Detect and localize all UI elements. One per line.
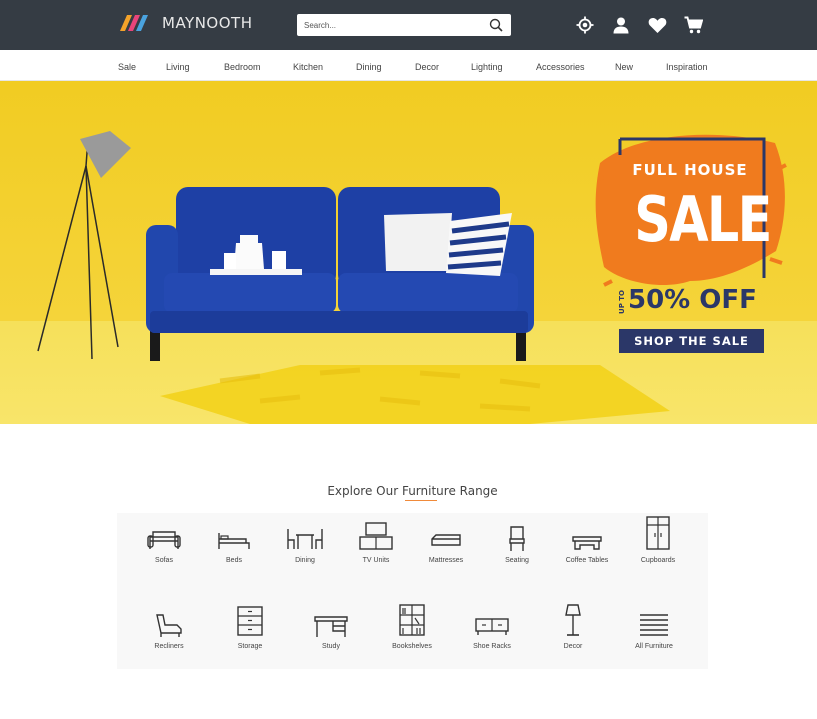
category-study[interactable]: Study [296,611,366,650]
logo-mark-icon [120,15,148,31]
coffee-table-icon [572,536,602,550]
category-label: All Furniture [635,643,673,650]
cart-icon[interactable] [682,14,704,36]
category-bookshelves[interactable]: Bookshelves [377,603,447,650]
top-header: MAYNOOTH [0,0,817,50]
category-label: Bookshelves [392,643,432,650]
heart-icon[interactable] [646,14,668,36]
category-label: Mattresses [428,557,464,564]
category-sofas[interactable]: Sofas [129,523,199,564]
category-cupboards[interactable]: Cupboards [623,515,693,564]
nav-item-sale[interactable]: Sale [118,62,136,72]
sale-headline: FULL HOUSE [632,161,748,179]
category-label: Recliners [154,643,184,650]
list-icon [640,614,668,636]
nav-item-dining[interactable]: Dining [356,62,382,72]
user-icon[interactable] [610,14,632,36]
category-beds[interactable]: Beds [199,523,269,564]
nav-item-living[interactable]: Living [166,62,190,72]
category-dining[interactable]: Dining [270,523,340,564]
category-label: Sofas [155,557,173,564]
logo[interactable]: MAYNOOTH [118,13,252,33]
search-bar [297,14,511,36]
nav-item-inspiration[interactable]: Inspiration [666,62,708,72]
chair-icon [509,526,525,551]
nav-item-new[interactable]: New [615,62,633,72]
category-decor[interactable]: Decor [538,603,608,650]
main-nav: Sale Living Bedroom Kitchen Dining Decor… [0,50,817,81]
desk-icon [314,616,348,637]
category-mattresses[interactable]: Mattresses [411,523,481,564]
category-label: Decor [563,643,583,650]
recliner-icon [156,614,182,637]
logo-text: MAYNOOTH [162,14,253,32]
dining-icon [287,529,323,549]
shop-the-sale-button[interactable]: SHOP THE SALE [619,329,764,353]
sale-title: SALE [634,183,772,256]
nav-item-decor[interactable]: Decor [415,62,439,72]
category-recliners[interactable]: Recliners [134,609,204,650]
category-label: Seating [505,557,529,564]
search-icon[interactable] [489,18,503,32]
cupboard-icon [646,516,670,550]
category-all-furniture[interactable]: All Furniture [619,609,689,650]
category-label: Cupboards [640,557,676,564]
nav-item-kitchen[interactable]: Kitchen [293,62,323,72]
hero-banner[interactable]: FULL HOUSE SALE UP TO 50% OFF SHOP THE S… [0,81,817,424]
category-coffee-tables[interactable]: Coffee Tables [552,523,622,564]
category-label: Beds [226,557,242,564]
shoe-rack-icon [475,618,509,635]
title-underline [405,500,437,501]
category-label: Coffee Tables [565,557,609,564]
bookshelf-icon [399,604,425,636]
category-label: Storage [237,643,263,650]
bed-icon [218,533,250,549]
sofa-icon [147,531,181,549]
category-seating[interactable]: Seating [482,523,552,564]
lamp-icon [565,604,581,636]
category-tv-units[interactable]: TV Units [341,521,411,564]
explore-title: Explore Our Furniture Range [327,484,498,498]
category-storage[interactable]: Storage [215,605,285,650]
nav-item-accessories[interactable]: Accessories [536,62,585,72]
location-icon[interactable] [574,14,596,36]
mattress-icon [431,534,461,546]
category-label: Study [322,643,340,650]
sale-discount: 50% OFF [628,285,757,315]
furniture-range-panel: Sofas Beds Dining TV Units Mattresses Se… [117,513,708,669]
category-label: Shoe Racks [473,643,511,650]
sale-upto: UP TO [617,290,626,314]
nav-item-lighting[interactable]: Lighting [471,62,503,72]
header-actions [574,14,704,36]
category-shoe-racks[interactable]: Shoe Racks [457,613,527,650]
category-label: TV Units [362,557,390,564]
storage-icon [237,606,263,636]
search-input[interactable] [297,15,477,35]
category-label: Dining [295,557,315,564]
nav-item-bedroom[interactable]: Bedroom [224,62,261,72]
tv-unit-icon [359,522,393,550]
